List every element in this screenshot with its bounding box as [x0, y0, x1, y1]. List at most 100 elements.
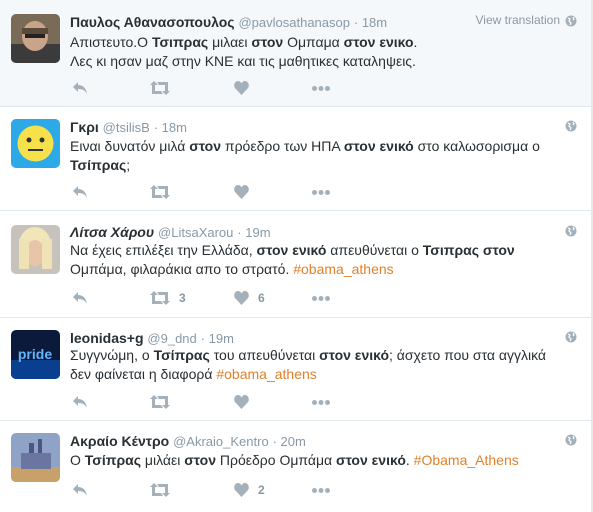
like-button[interactable] — [234, 184, 258, 200]
more-dots-icon — [312, 487, 330, 493]
tweet-time[interactable]: 20m — [281, 434, 306, 449]
text-segment: ; — [126, 157, 131, 173]
heart-icon — [234, 483, 249, 497]
retweet-button[interactable]: 3 — [150, 290, 186, 306]
avatar[interactable] — [11, 14, 60, 63]
tweet-time[interactable]: 19m — [209, 331, 234, 346]
text-segment: δεν φαίνεται η διαφορά — [70, 366, 217, 382]
text-bold: Τσίπρας — [70, 157, 127, 173]
tweet[interactable]: Ακραίο Κέντρο @Akraio_Kentro · 20m Ο Τσί… — [0, 421, 593, 512]
text-segment: απευθύνεται ο — [326, 242, 423, 258]
hashtag-link[interactable]: #obama_athens — [293, 261, 393, 277]
retweet-button[interactable] — [150, 482, 179, 498]
avatar[interactable]: pride — [11, 330, 60, 379]
text-bold: Τσίπρας — [153, 347, 210, 363]
tweet-time[interactable]: 19m — [245, 225, 270, 240]
text-bold: στον ενικό — [336, 452, 406, 468]
more-dots-icon — [312, 399, 330, 405]
view-translation-link[interactable]: View translation — [476, 13, 561, 27]
tweet-time-sep: · — [200, 331, 209, 346]
text-segment: στο καλωσορισμα ο — [413, 138, 540, 154]
avatar[interactable] — [11, 433, 60, 482]
text-segment: του απευθύνεται — [209, 347, 320, 363]
tweet[interactable]: Παυλος Αθανασοπουλος @pavlosathanasop · … — [0, 0, 593, 107]
heart-icon — [234, 81, 249, 95]
like-button[interactable]: 2 — [234, 482, 265, 498]
text-bold: στον ενικό — [343, 138, 414, 154]
more-button[interactable] — [312, 394, 330, 410]
reply-icon — [73, 292, 87, 304]
tweet-text: Απιστευτο.Ο Τσιπρας μιλαει στον Ομπαμα σ… — [70, 33, 570, 71]
text-segment: Απιστευτο.Ο — [70, 34, 152, 50]
hashtag-link[interactable]: #obama_athens — [216, 366, 316, 382]
tweet-username[interactable]: @Akraio_Kentro — [173, 434, 269, 449]
tweet-text: Ο Τσίπρας μιλάει στον Πρόεδρο Ομπάμα στο… — [70, 451, 570, 470]
text-bold: Τσιπρας στον — [422, 242, 515, 258]
text-segment: . — [413, 34, 418, 50]
like-count: 2 — [258, 483, 265, 497]
retweet-button[interactable] — [150, 394, 179, 410]
tweet-fullname[interactable]: leonidas+g — [70, 330, 144, 346]
tweet-time[interactable]: 18m — [362, 15, 387, 30]
text-bold: στον — [184, 452, 217, 468]
avatar[interactable] — [11, 119, 60, 168]
tweet-fullname[interactable]: Ακραίο Κέντρο — [70, 433, 169, 449]
text-segment: Πρόεδρο Ομπάμα — [216, 452, 336, 468]
tweet-text: Να έχεις επιλέξει την Ελλάδα, στον ενικό… — [70, 241, 570, 279]
more-button[interactable] — [312, 482, 330, 498]
tweet-username[interactable]: @tsilisB — [103, 120, 150, 135]
tweet-header: Γκρι @tsilisB · 18m — [70, 118, 187, 137]
tweet-fullname[interactable]: Λίτσα Χάρου — [70, 224, 154, 240]
tweet[interactable]: pride leonidas+g @9_dnd · 19m Συγγνώμη, … — [0, 318, 593, 421]
tweet-username[interactable]: @9_dnd — [147, 331, 196, 346]
reply-icon — [73, 484, 87, 496]
more-button[interactable] — [312, 290, 330, 306]
reply-icon — [73, 396, 87, 408]
text-segment: Ειναι δυνατόν μιλά — [70, 138, 190, 154]
like-button[interactable] — [234, 80, 258, 96]
reply-button[interactable] — [72, 290, 88, 306]
reply-button[interactable] — [72, 80, 88, 96]
tweet-time-sep: · — [272, 434, 281, 449]
like-button[interactable] — [234, 394, 258, 410]
text-bold: στον ενικό — [319, 347, 390, 363]
text-segment: μιλάει — [141, 452, 185, 468]
tweet-username[interactable]: @pavlosathanasop — [238, 15, 350, 30]
retweet-button[interactable] — [150, 184, 179, 200]
hashtag-link[interactable]: #Obama_Athens — [414, 452, 519, 468]
text-segment: Ο — [70, 452, 85, 468]
heart-icon — [234, 395, 249, 409]
tweet[interactable]: Γκρι @tsilisB · 18m Ειναι δυνατόν μιλά σ… — [0, 107, 593, 211]
tweet-fullname[interactable]: Γκρι — [70, 119, 99, 135]
reply-button[interactable] — [72, 482, 88, 498]
tweet-fullname[interactable]: Παυλος Αθανασοπουλος — [70, 14, 235, 30]
text-bold: στον ενικο — [343, 34, 414, 50]
more-button[interactable] — [312, 80, 330, 96]
tweet-username[interactable]: @LitsaXarou — [158, 225, 233, 240]
more-button[interactable] — [312, 184, 330, 200]
text-segment: Να έχεις επιλέξει την Ελλάδα, — [70, 242, 257, 258]
tweet-header: Ακραίο Κέντρο @Akraio_Kentro · 20m — [70, 432, 306, 451]
tweet-time[interactable]: 18m — [162, 120, 187, 135]
tweet-header: Λίτσα Χάρου @LitsaXarou · 19m — [70, 223, 271, 242]
retweet-button[interactable] — [150, 80, 179, 96]
reply-icon — [73, 82, 87, 94]
globe-icon — [565, 15, 577, 27]
text-segment: Ομπαμα — [283, 34, 344, 50]
tweet-header: Παυλος Αθανασοπουλος @pavlosathanasop · … — [70, 13, 387, 32]
text-segment: πρόεδρο των ΗΠΑ — [221, 138, 344, 154]
like-count: 6 — [258, 291, 265, 305]
like-button[interactable]: 6 — [234, 290, 265, 306]
text-bold: στον ενικό — [256, 242, 327, 258]
heart-icon — [234, 185, 249, 199]
reply-button[interactable] — [72, 394, 88, 410]
text-bold: Τσιπρας — [151, 34, 209, 50]
text-segment: Λες κι ησαν μαζ στην ΚΝΕ και τις μαθητικ… — [70, 53, 416, 69]
reply-icon — [73, 186, 87, 198]
avatar[interactable] — [11, 225, 60, 274]
retweet-icon — [150, 81, 170, 95]
retweet-icon — [150, 395, 170, 409]
retweet-icon — [150, 291, 170, 305]
reply-button[interactable] — [72, 184, 88, 200]
tweet[interactable]: Λίτσα Χάρου @LitsaXarou · 19m Να έχεις ε… — [0, 211, 593, 318]
